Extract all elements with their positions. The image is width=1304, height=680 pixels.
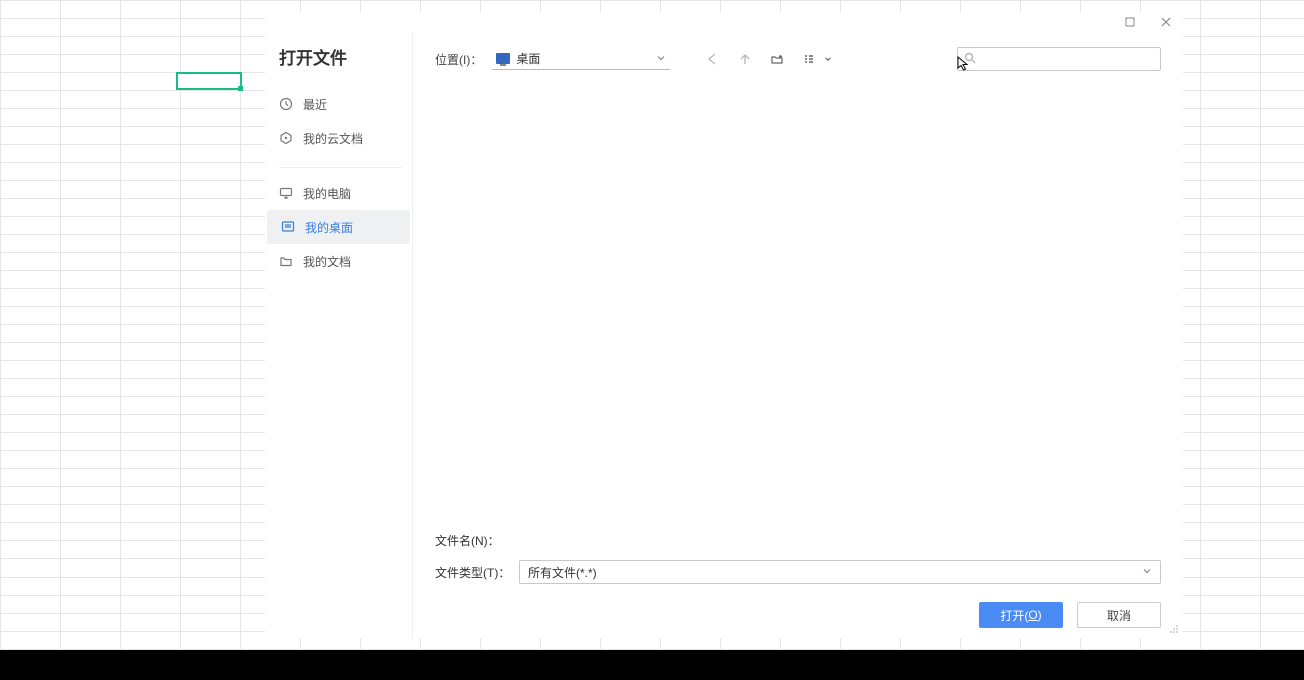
sidebar-item-label: 我的文档 bbox=[303, 253, 351, 270]
dialog-title: 打开文件 bbox=[265, 38, 412, 87]
open-file-dialog: 打开文件 最近 我的云文档 bbox=[265, 12, 1183, 638]
filetype-label: 文件类型(T)： bbox=[435, 564, 511, 581]
filename-label: 文件名(N)： bbox=[435, 532, 511, 549]
sidebar-separator bbox=[279, 167, 402, 168]
nav-back-button[interactable] bbox=[702, 48, 724, 70]
monitor-icon bbox=[279, 186, 293, 200]
location-label: 位置(I)： bbox=[435, 51, 482, 68]
sidebar-item-desktop[interactable]: 我的桌面 bbox=[267, 210, 410, 244]
nav-up-button[interactable] bbox=[734, 48, 756, 70]
sidebar-item-computer[interactable]: 我的电脑 bbox=[265, 176, 412, 210]
search-input[interactable] bbox=[982, 52, 1154, 66]
clock-icon bbox=[279, 97, 293, 111]
location-value: 桌面 bbox=[516, 50, 650, 67]
location-select[interactable]: 桌面 bbox=[492, 48, 670, 70]
titlebar bbox=[265, 12, 1183, 32]
chevron-down-icon bbox=[1142, 565, 1152, 579]
folder-icon bbox=[279, 254, 293, 268]
sidebar-item-label: 我的电脑 bbox=[303, 185, 351, 202]
sidebar-item-cloud[interactable]: 我的云文档 bbox=[265, 121, 412, 155]
close-button[interactable] bbox=[1153, 13, 1179, 31]
filetype-select[interactable]: 所有文件(*.*) bbox=[519, 560, 1161, 584]
file-list-area[interactable] bbox=[435, 72, 1161, 524]
maximize-button[interactable] bbox=[1117, 13, 1143, 31]
sidebar-item-label: 我的云文档 bbox=[303, 130, 363, 147]
cloud-icon bbox=[279, 131, 293, 145]
chevron-down-icon[interactable] bbox=[824, 52, 832, 66]
resize-grip[interactable] bbox=[1167, 622, 1179, 634]
sidebar-item-label: 最近 bbox=[303, 96, 327, 113]
view-mode-button[interactable] bbox=[798, 48, 820, 70]
sidebar-item-recent[interactable]: 最近 bbox=[265, 87, 412, 121]
main-panel: 位置(I)： 桌面 bbox=[413, 32, 1183, 638]
sidebar-item-label: 我的桌面 bbox=[305, 219, 353, 236]
bottom-panel: 文件名(N)： 文件类型(T)： 所有文件(*.*) 打开(O) bbox=[435, 524, 1161, 628]
filetype-value: 所有文件(*.*) bbox=[528, 564, 597, 581]
new-folder-button[interactable] bbox=[766, 48, 788, 70]
filename-input[interactable] bbox=[519, 528, 1161, 552]
active-cell[interactable] bbox=[176, 72, 242, 90]
toolbar: 位置(I)： 桌面 bbox=[435, 46, 1161, 72]
sidebar: 打开文件 最近 我的云文档 bbox=[265, 32, 413, 638]
chevron-down-icon bbox=[656, 52, 666, 66]
search-box[interactable] bbox=[957, 47, 1161, 71]
desktop-icon bbox=[281, 220, 295, 234]
search-icon bbox=[964, 52, 976, 67]
sidebar-item-documents[interactable]: 我的文档 bbox=[265, 244, 412, 278]
cancel-button[interactable]: 取消 bbox=[1077, 602, 1161, 628]
desktop-small-icon bbox=[496, 53, 510, 64]
open-button[interactable]: 打开(O) bbox=[979, 602, 1063, 628]
